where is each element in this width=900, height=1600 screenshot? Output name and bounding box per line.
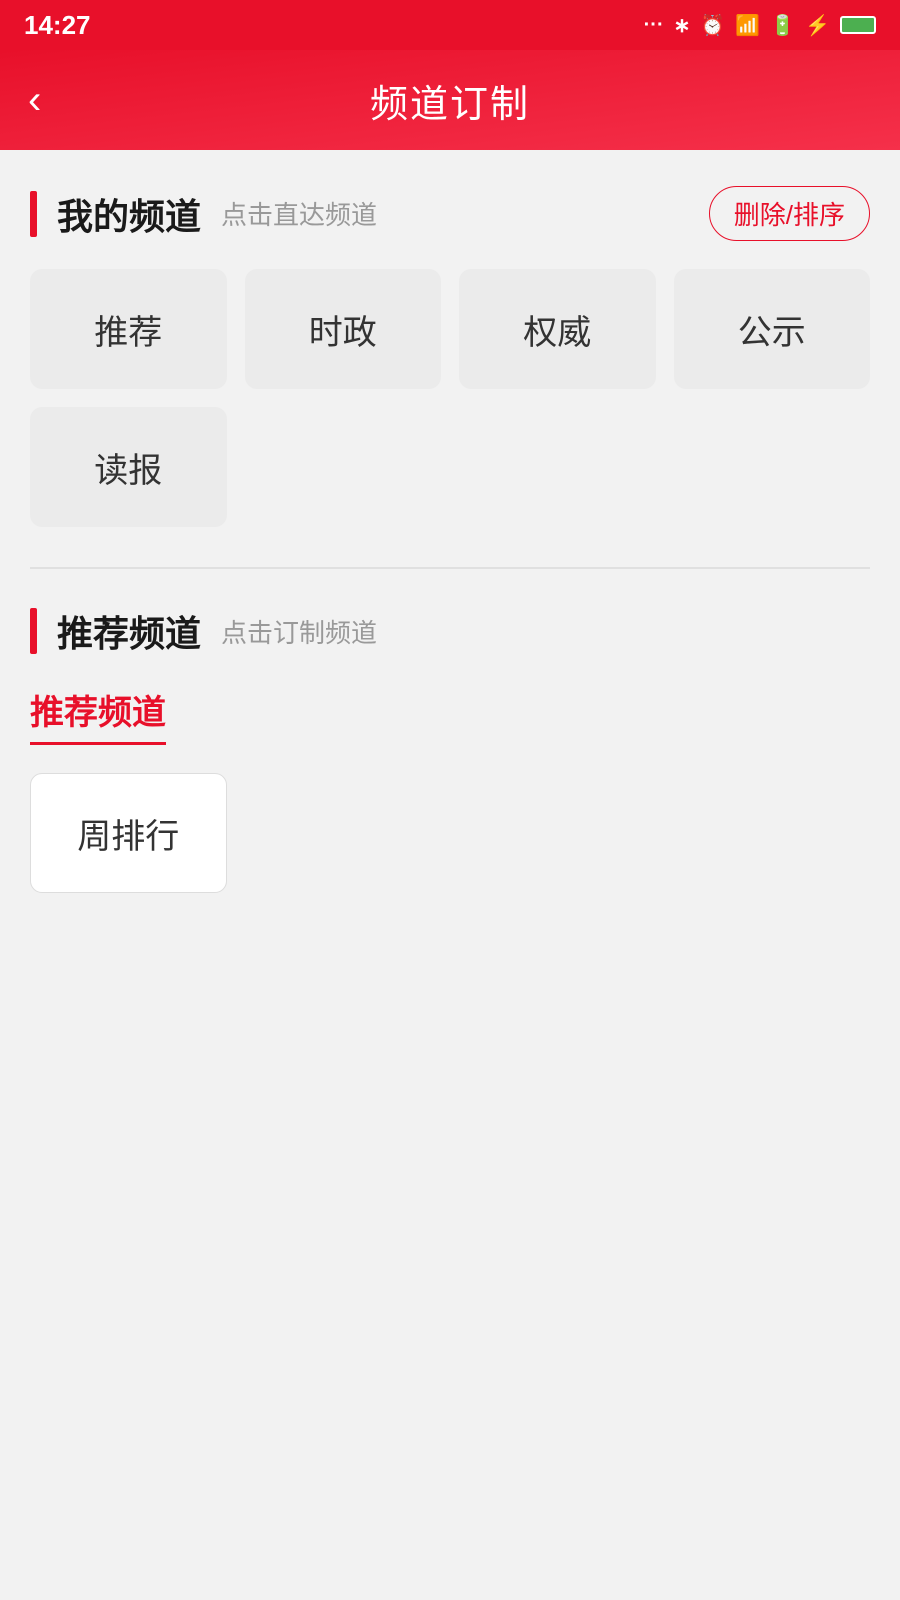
- recommended-channels-title: 推荐频道: [57, 605, 201, 657]
- status-bar: 14:27 ··· ∗ ⏰ 📶 🔋 ⚡: [0, 0, 900, 50]
- channel-item-读报[interactable]: 读报: [30, 407, 227, 527]
- channel-label: 公示: [738, 305, 806, 354]
- recommended-channels-subtitle: 点击订制频道: [221, 613, 377, 650]
- alarm-icon: ⏰: [700, 13, 725, 38]
- wifi-icon: 📶: [735, 13, 760, 38]
- my-channels-title-group: 我的频道 点击直达频道: [30, 188, 377, 240]
- section-bar: [30, 191, 37, 237]
- my-channels-section: 我的频道 点击直达频道 删除/排序 推荐 时政 权威 公示 读报: [0, 150, 900, 557]
- recommended-channels-section: 推荐频道 点击订制频道 推荐频道 周排行: [0, 569, 900, 913]
- channel-label: 权威: [523, 305, 591, 354]
- recommended-channels-header: 推荐频道 点击订制频道: [30, 605, 870, 657]
- channel-label: 时政: [309, 305, 377, 354]
- channel-item-公示[interactable]: 公示: [674, 269, 871, 389]
- status-time: 14:27: [24, 10, 91, 41]
- channel-item-权威[interactable]: 权威: [459, 269, 656, 389]
- my-channels-subtitle: 点击直达频道: [221, 195, 377, 232]
- recommended-channels-grid: 周排行: [30, 773, 870, 893]
- dots-icon: ···: [644, 14, 664, 37]
- status-icons: ··· ∗ ⏰ 📶 🔋 ⚡: [644, 13, 876, 38]
- section-bar-2: [30, 608, 37, 654]
- bluetooth-icon: ∗: [674, 13, 691, 38]
- content-area: 我的频道 点击直达频道 删除/排序 推荐 时政 权威 公示 读报: [0, 150, 900, 913]
- channel-item-时政[interactable]: 时政: [245, 269, 442, 389]
- channel-label: 推荐: [94, 305, 162, 354]
- charge-icon: ⚡: [805, 13, 830, 38]
- recommended-channels-title-group: 推荐频道 点击订制频道: [30, 605, 377, 657]
- channel-item-推荐[interactable]: 推荐: [30, 269, 227, 389]
- battery-x-icon: 🔋: [770, 13, 795, 38]
- recommended-item-周排行[interactable]: 周排行: [30, 773, 227, 893]
- page-title: 频道订制: [370, 73, 530, 128]
- back-button[interactable]: ‹: [28, 78, 41, 123]
- recommended-tab[interactable]: 推荐频道: [30, 685, 166, 745]
- recommended-tab-row: 推荐频道: [30, 685, 870, 745]
- my-channels-header: 我的频道 点击直达频道 删除/排序: [30, 186, 870, 241]
- channel-label: 读报: [94, 443, 162, 492]
- battery-icon: [840, 16, 876, 34]
- recommended-channel-label: 周排行: [77, 809, 179, 858]
- edit-button[interactable]: 删除/排序: [709, 186, 870, 241]
- my-channels-grid: 推荐 时政 权威 公示 读报: [30, 269, 870, 527]
- my-channels-title: 我的频道: [57, 188, 201, 240]
- header: ‹ 频道订制: [0, 50, 900, 150]
